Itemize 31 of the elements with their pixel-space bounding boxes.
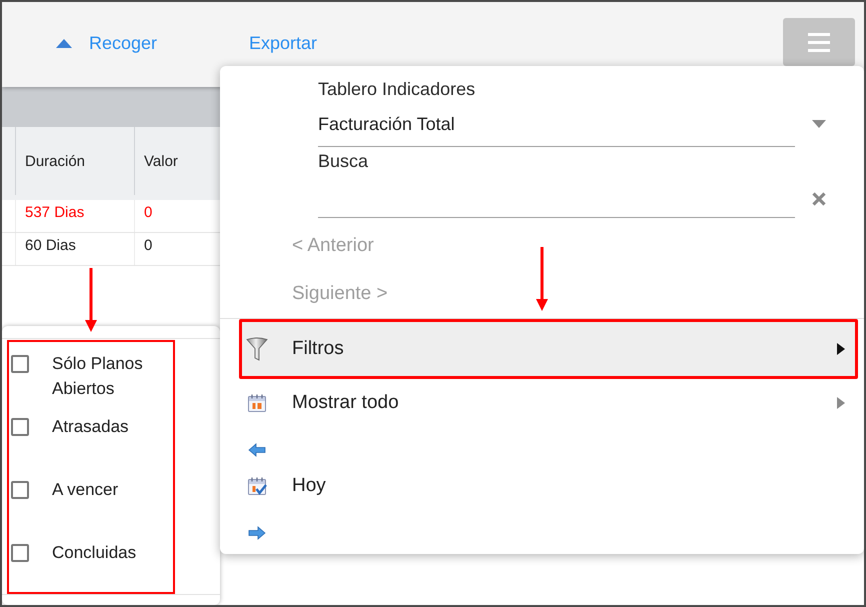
column-header: Valor [144,152,178,170]
table-cell: 0 [144,204,152,222]
menu-item[interactable]: Filtros [242,322,855,376]
field-label: Busca [318,150,368,172]
checkbox-label: Atrasadas [52,416,129,438]
field-label: Tablero Indicadores [318,78,476,100]
indicator-dropdown[interactable]: Facturación Total [318,100,795,147]
right-arrow-icon [248,526,266,540]
checkbox-label: Sólo Planos Abiertos [52,353,144,400]
checkbox[interactable] [11,355,29,373]
table-cell: 537 Dias [25,204,84,222]
annotation-arrow [84,268,98,332]
annotation-arrow [535,247,549,311]
calendar-icon [247,393,267,413]
funnel-icon [246,337,268,361]
caret-up-icon [56,38,72,48]
checkbox-label: A vencer [52,479,118,501]
menu-item[interactable]: Hoy [242,465,855,507]
checkbox[interactable] [11,481,29,499]
table-cell: 0 [144,237,152,255]
menu-icon [808,32,830,52]
menu-button[interactable] [783,18,855,66]
checkbox-label: Concluidas [52,542,136,564]
clear-icon[interactable] [812,192,826,206]
checkbox[interactable] [11,418,29,436]
menu-item[interactable]: Mostrar todo [242,382,855,424]
calendar-check-icon [247,476,267,496]
table-cell: 60 Dias [25,237,76,255]
column-header: Duración [25,152,86,170]
checkbox[interactable] [11,544,29,562]
left-arrow-icon [248,443,266,457]
